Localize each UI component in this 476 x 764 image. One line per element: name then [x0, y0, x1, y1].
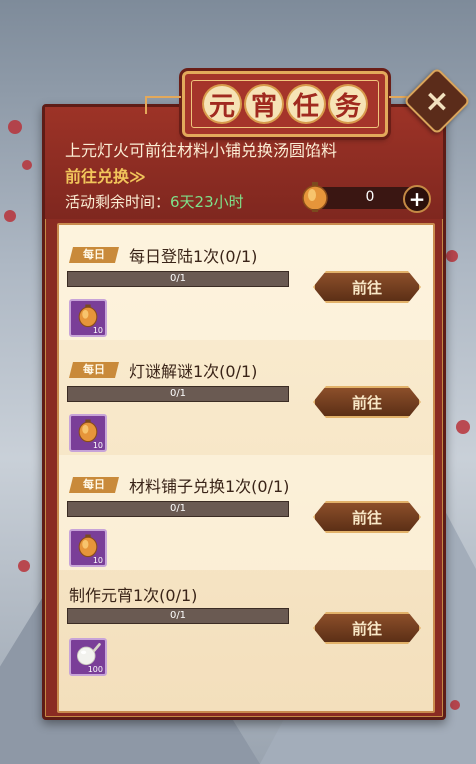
go-button[interactable]: 前往 — [313, 612, 421, 644]
add-currency-button[interactable]: + — [403, 185, 431, 213]
plus-icon: + — [408, 187, 426, 211]
title-decoration-left — [145, 96, 181, 114]
task-title: 制作元宵1次(0/1) — [69, 586, 198, 605]
go-button[interactable]: 前往 — [313, 271, 421, 303]
progress-text: 0/1 — [169, 273, 187, 284]
progress-text: 0/1 — [169, 610, 187, 621]
task-item: 每日 每日登陆1次(0/1) 0/1 10 前往 — [59, 225, 433, 340]
task-title: 每日登陆1次(0/1) — [129, 247, 258, 266]
progress-text: 0/1 — [169, 388, 187, 399]
task-item: 每日 灯谜解谜1次(0/1) 0/1 10 前往 — [59, 340, 433, 455]
go-button[interactable]: 前往 — [313, 386, 421, 418]
reward-item[interactable]: 10 — [69, 299, 107, 337]
reward-count: 10 — [92, 441, 103, 450]
task-progress-bar: 0/1 — [67, 608, 289, 624]
task-progress-bar: 0/1 — [67, 271, 289, 287]
task-progress-bar: 0/1 — [67, 501, 289, 517]
blossom — [4, 210, 16, 222]
reward-count: 10 — [92, 326, 103, 335]
task-title: 灯谜解谜1次(0/1) — [129, 362, 258, 381]
daily-tag: 每日 — [69, 247, 119, 263]
title-char: 任 — [288, 86, 324, 122]
goto-exchange-link[interactable]: 前往兑换≫ — [65, 163, 146, 187]
task-list[interactable]: 每日 每日登陆1次(0/1) 0/1 10 前往 每日 灯谜解谜1次(0/1) — [57, 223, 435, 713]
page-title: 元 宵 任 务 — [191, 80, 379, 128]
blossom — [18, 560, 30, 572]
currency-bar: 0 + — [302, 182, 431, 213]
reward-item[interactable]: 10 — [69, 529, 107, 567]
reward-item[interactable]: 10 — [69, 414, 107, 452]
currency-amount: 0 — [365, 189, 375, 205]
lantern-icon — [302, 182, 328, 212]
title-char: 元 — [204, 86, 240, 122]
blossom — [22, 160, 32, 170]
remaining-time: 活动剩余时间：6天23小时 — [65, 191, 244, 212]
remaining-time-value: 6天23小时 — [170, 193, 244, 211]
event-description: 上元灯火可前往材料小铺兑换汤圆馅料 — [65, 141, 338, 160]
remaining-time-label: 活动剩余时间： — [65, 193, 171, 211]
close-icon: × — [424, 83, 450, 119]
blossom — [446, 250, 458, 262]
task-item: 制作元宵1次(0/1) 0/1 100 前往 — [59, 570, 433, 685]
title-char: 务 — [330, 86, 366, 122]
blossom — [450, 700, 460, 710]
go-button[interactable]: 前往 — [313, 501, 421, 533]
progress-text: 0/1 — [169, 503, 187, 514]
title-char: 宵 — [246, 86, 282, 122]
task-title: 材料铺子兑换1次(0/1) — [129, 477, 290, 496]
daily-tag: 每日 — [69, 362, 119, 378]
title-plaque: 元 宵 任 务 — [145, 71, 425, 137]
task-item: 每日 材料铺子兑换1次(0/1) 0/1 10 前往 — [59, 455, 433, 570]
blossom — [8, 120, 22, 134]
task-panel: 元 宵 任 务 × 上元灯火可前往材料小铺兑换汤圆馅料 前往兑换≫ 活动剩余时间… — [42, 67, 471, 720]
reward-item[interactable]: 100 — [69, 638, 107, 676]
task-progress-bar: 0/1 — [67, 386, 289, 402]
blossom — [456, 420, 470, 434]
reward-count: 100 — [87, 665, 103, 674]
daily-tag: 每日 — [69, 477, 119, 493]
reward-count: 10 — [92, 556, 103, 565]
